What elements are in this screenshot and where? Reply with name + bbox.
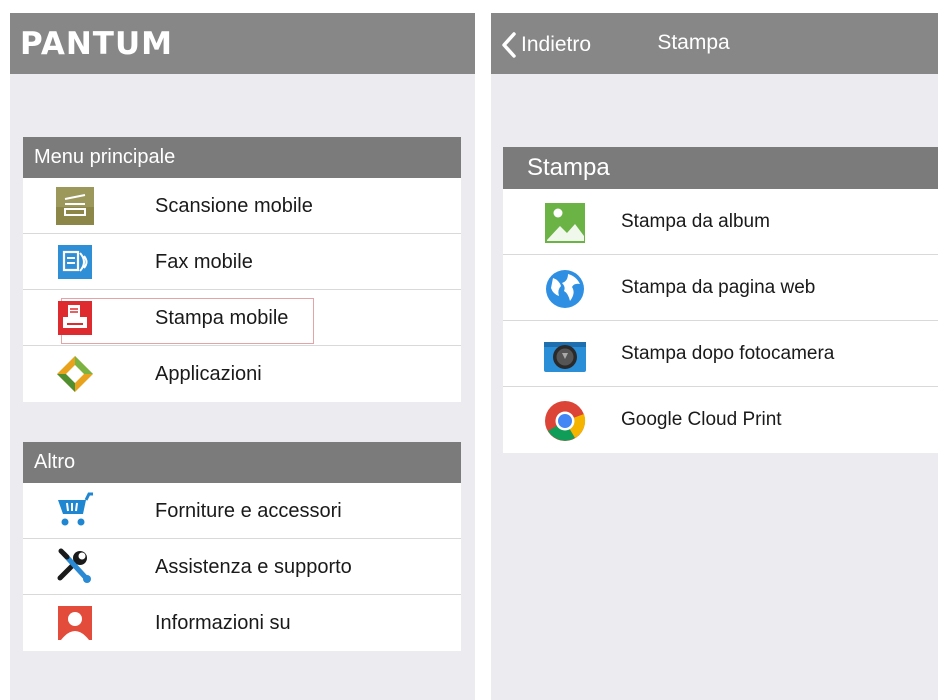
fax-icon (58, 245, 92, 279)
menu-item-about[interactable]: Informazioni su (23, 595, 461, 651)
menu-item-mobile-fax[interactable]: Fax mobile (23, 234, 461, 290)
menu-item-label: Assistenza e supporto (155, 556, 352, 578)
tools-icon (57, 548, 91, 583)
section-header-print: Stampa (503, 147, 938, 189)
section-header-other: Altro (23, 442, 461, 483)
camera-icon (544, 342, 586, 372)
print-option-web[interactable]: Stampa da pagina web (503, 255, 938, 321)
printer-icon (58, 301, 92, 335)
top-bar: PANTUM (10, 13, 475, 74)
print-option-camera[interactable]: Stampa dopo fotocamera (503, 321, 938, 387)
menu-item-label: Scansione mobile (155, 195, 313, 217)
pantum-logo: PANTUM (20, 26, 173, 62)
user-info-icon (58, 606, 92, 640)
menu-item-mobile-print[interactable]: Stampa mobile (23, 290, 461, 346)
menu-item-label: Informazioni su (155, 612, 291, 634)
main-menu-screen: PANTUM Menu principale Scansione mobile … (10, 13, 475, 700)
globe-icon (546, 270, 584, 308)
scanner-icon (56, 187, 94, 225)
menu-item-label: Stampa mobile (155, 307, 289, 329)
print-option-label: Stampa da album (621, 211, 770, 232)
other-section: Altro Forniture e accessori Assistenza e… (23, 442, 461, 651)
menu-item-label: Forniture e accessori (155, 500, 342, 522)
shopping-cart-icon (58, 492, 93, 526)
menu-item-applications[interactable]: Applicazioni (23, 346, 461, 402)
print-option-label: Stampa dopo fotocamera (621, 343, 835, 364)
menu-item-label: Applicazioni (155, 363, 262, 385)
menu-item-supplies[interactable]: Forniture e accessori (23, 483, 461, 539)
chrome-icon (545, 401, 586, 441)
print-option-google-cloud[interactable]: Google Cloud Print (503, 387, 938, 453)
photo-album-icon (545, 203, 585, 243)
menu-item-label: Fax mobile (155, 251, 253, 273)
applications-icon (57, 356, 93, 392)
main-menu-section: Menu principale Scansione mobile Fax mob… (23, 137, 461, 402)
print-option-label: Stampa da pagina web (621, 277, 816, 298)
menu-item-mobile-scan[interactable]: Scansione mobile (23, 178, 461, 234)
section-header-main-menu: Menu principale (23, 137, 461, 178)
nav-bar: Indietro Stampa (491, 13, 938, 74)
print-screen: Indietro Stampa Stampa Stampa da album S… (491, 13, 938, 700)
menu-item-support[interactable]: Assistenza e supporto (23, 539, 461, 595)
print-options-section: Stampa Stampa da album Stampa da pagina … (503, 147, 938, 453)
print-option-label: Google Cloud Print (621, 409, 782, 430)
page-title: Stampa (657, 31, 730, 54)
print-option-album[interactable]: Stampa da album (503, 189, 938, 255)
